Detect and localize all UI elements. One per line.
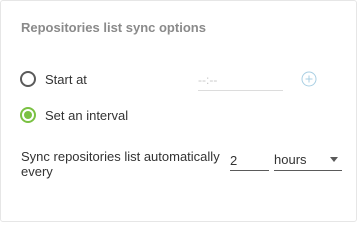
interval-unit-select[interactable]: hours xyxy=(274,150,342,171)
set-interval-label: Set an interval xyxy=(45,107,129,123)
sync-interval-label: Sync repositories list automatically eve… xyxy=(21,149,220,179)
set-interval-option[interactable]: Set an interval xyxy=(20,105,128,125)
start-at-label: Start at xyxy=(45,71,87,87)
add-time-icon[interactable] xyxy=(301,71,317,87)
interval-value-input[interactable] xyxy=(230,150,269,171)
section-title: Repositories list sync options xyxy=(21,20,206,35)
sync-options-panel: Repositories list sync options Start at … xyxy=(0,0,357,222)
set-interval-radio[interactable] xyxy=(20,107,36,123)
start-at-option[interactable]: Start at xyxy=(20,69,87,89)
start-at-radio[interactable] xyxy=(20,71,36,87)
start-time-input[interactable] xyxy=(198,69,283,91)
interval-unit-value: hours xyxy=(274,152,307,167)
caret-down-icon xyxy=(330,157,338,162)
